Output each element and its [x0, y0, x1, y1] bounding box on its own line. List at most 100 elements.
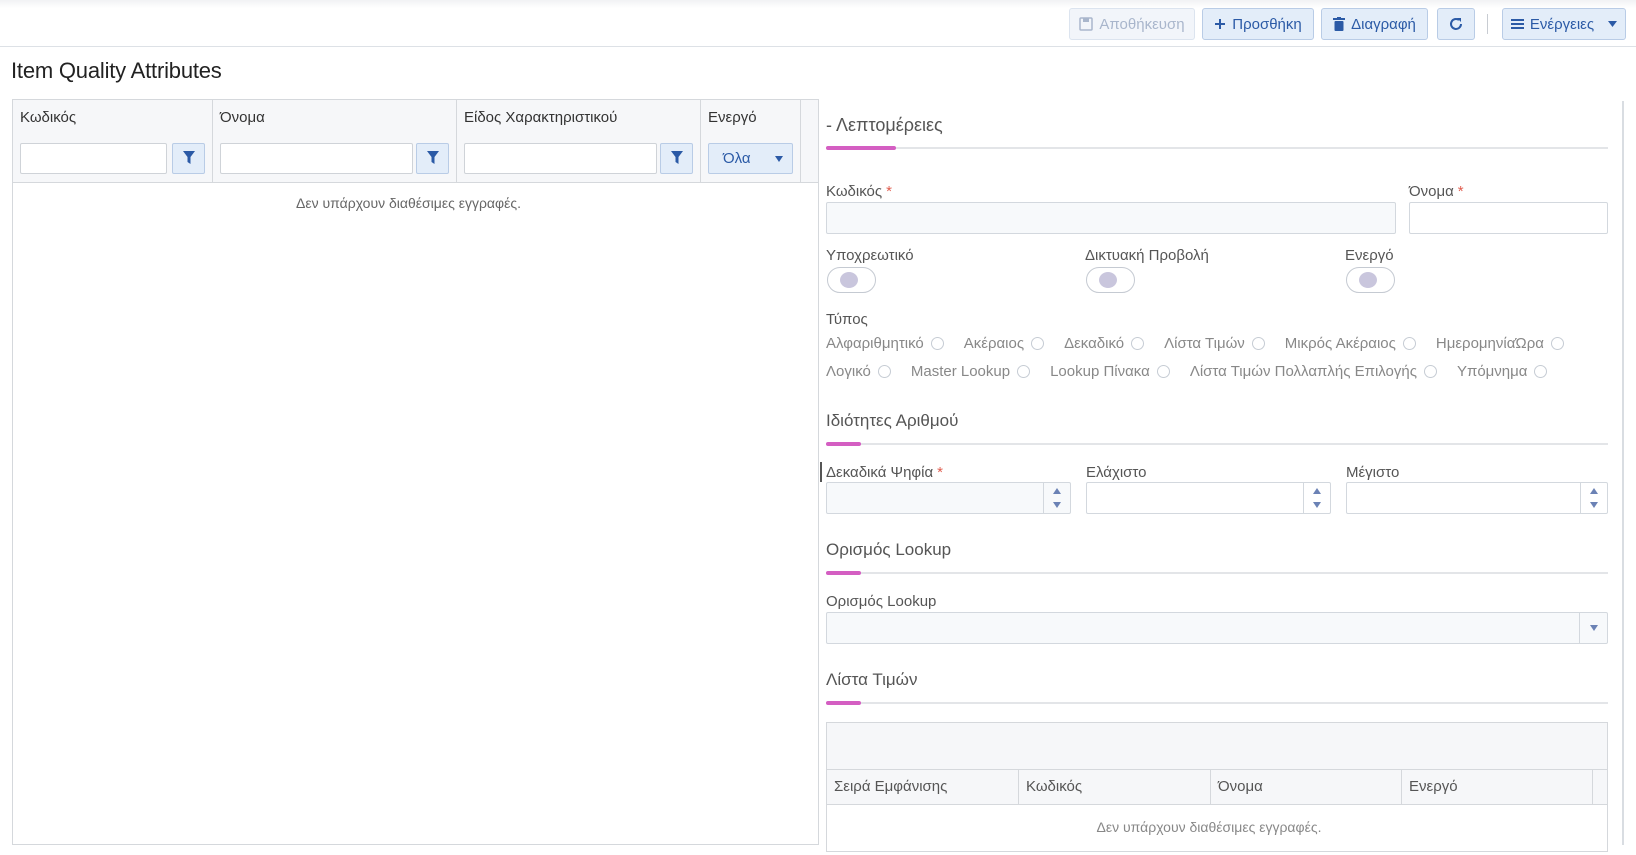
attribute-type-filter-button[interactable]	[660, 143, 693, 174]
spin-up-icon[interactable]	[1313, 488, 1321, 494]
lookup-section-title: Ορισμός Lookup	[826, 540, 952, 559]
type-option-integer[interactable]: Ακέραιος	[964, 335, 1045, 352]
page-title: Item Quality Attributes	[11, 58, 222, 83]
required-toggle[interactable]	[827, 267, 876, 293]
section-divider	[826, 443, 1608, 445]
add-button[interactable]: Προσθήκη	[1202, 8, 1314, 40]
type-option-master-lookup[interactable]: Master Lookup	[911, 363, 1031, 380]
lookup-field-label: Ορισμός Lookup	[826, 593, 937, 610]
radio-circle[interactable]	[1534, 365, 1548, 378]
values-column-active[interactable]: Ενεργό	[1402, 770, 1593, 805]
type-option-multi-value-list[interactable]: Λίστα Τιμών Πολλαπλής Επιλογής	[1190, 363, 1437, 380]
values-grid-toolbar	[827, 723, 1607, 770]
menu-icon	[1510, 18, 1524, 30]
spin-down-icon[interactable]	[1053, 502, 1061, 508]
lookup-dropdown[interactable]	[826, 612, 1608, 644]
type-option-lookup-table[interactable]: Lookup Πίνακα	[1050, 363, 1170, 380]
decimals-spinner[interactable]	[1043, 483, 1070, 513]
actions-label: Ενέργειες	[1529, 15, 1595, 33]
radio-circle[interactable]	[1550, 337, 1564, 350]
column-active: Ενεργό Όλα	[701, 100, 801, 183]
top-toolbar: Αποθήκευση Προσθήκη Διαγραφή Ενέργειες	[0, 0, 1636, 47]
name-filter-button[interactable]	[416, 143, 449, 174]
trash-icon	[1333, 17, 1346, 31]
radio-circle[interactable]	[1423, 365, 1437, 378]
decimals-field[interactable]	[826, 482, 1071, 514]
toggle-knob	[1359, 272, 1377, 288]
type-option-decimal[interactable]: Δεκαδικό	[1064, 335, 1145, 352]
toolbar-divider	[1487, 14, 1488, 34]
delete-button[interactable]: Διαγραφή	[1321, 8, 1428, 40]
values-grid-empty-message: Δεν υπάρχουν διαθέσιμες εγγραφές.	[1096, 819, 1322, 835]
code-filter-button[interactable]	[172, 143, 205, 174]
toggle-knob	[1099, 272, 1117, 288]
radio-circle[interactable]	[1131, 337, 1145, 350]
type-option-small-integer[interactable]: Μικρός Ακέραιος	[1285, 335, 1416, 352]
items-grid: Κωδικός Όνομα Είδος Χαρακτηριστικού Ενερ…	[12, 99, 819, 845]
radio-circle[interactable]	[1251, 337, 1265, 350]
radio-circle[interactable]	[1402, 337, 1416, 350]
active-toggle[interactable]	[1346, 267, 1395, 293]
min-spinner[interactable]	[1303, 483, 1330, 513]
values-column-code[interactable]: Κωδικός	[1019, 770, 1211, 805]
type-option-alphanumeric[interactable]: Αλφαριθμητικό	[826, 335, 944, 352]
delete-label: Διαγραφή	[1351, 15, 1416, 33]
min-label: Ελάχιστο	[1086, 464, 1147, 481]
min-field[interactable]	[1086, 482, 1331, 514]
spin-up-icon[interactable]	[1053, 488, 1061, 494]
web-view-label: Δικτυακή Προβολή	[1085, 247, 1209, 264]
refresh-icon	[1448, 16, 1464, 32]
toggle-knob	[840, 272, 858, 288]
spin-down-icon[interactable]	[1590, 502, 1598, 508]
type-option-boolean[interactable]: Λογικό	[826, 363, 891, 380]
section-accent	[826, 146, 896, 150]
details-scrollbar[interactable]	[1622, 101, 1624, 845]
actions-menu-button[interactable]: Ενέργειες	[1502, 8, 1626, 40]
radio-circle[interactable]	[1156, 365, 1170, 378]
spin-down-icon[interactable]	[1313, 502, 1321, 508]
radio-circle[interactable]	[877, 365, 891, 378]
column-active-title[interactable]: Ενεργό	[708, 109, 757, 126]
column-attribute-type-title[interactable]: Είδος Χαρακτηριστικού	[464, 109, 617, 126]
column-name: Όνομα	[213, 100, 457, 183]
type-option-memo[interactable]: Υπόμνημα	[1457, 363, 1548, 380]
column-code-title[interactable]: Κωδικός	[20, 109, 76, 126]
caret-down-icon	[1608, 21, 1618, 27]
lookup-dropdown-button[interactable]	[1579, 613, 1607, 643]
max-field[interactable]	[1346, 482, 1608, 514]
code-filter-input[interactable]	[20, 143, 167, 174]
refresh-button[interactable]	[1437, 8, 1475, 40]
section-accent	[826, 701, 861, 705]
name-filter-input[interactable]	[220, 143, 413, 174]
number-section-title: Ιδιότητες Αριθμού	[826, 411, 959, 430]
text-cursor	[820, 462, 822, 482]
details-title[interactable]: - Λεπτομέρειες	[826, 115, 943, 136]
plus-icon	[1214, 18, 1226, 30]
max-spinner[interactable]	[1580, 483, 1607, 513]
caret-down-icon	[775, 156, 783, 162]
values-column-name[interactable]: Όνομα	[1211, 770, 1402, 805]
type-radio-row-1: Αλφαριθμητικό Ακέραιος Δεκαδικό Λίστα Τι…	[826, 335, 1584, 352]
required-label: Υποχρεωτικό	[826, 247, 914, 264]
radio-circle[interactable]	[1031, 337, 1045, 350]
attribute-type-filter-input[interactable]	[464, 143, 657, 174]
spin-up-icon[interactable]	[1590, 488, 1598, 494]
code-field[interactable]	[826, 202, 1396, 234]
grid-header: Κωδικός Όνομα Είδος Χαρακτηριστικού Ενερ…	[13, 100, 818, 183]
type-option-datetime[interactable]: ΗμερομηνίαΏρα	[1436, 335, 1564, 352]
type-option-value-list[interactable]: Λίστα Τιμών	[1164, 335, 1265, 352]
radio-circle[interactable]	[1017, 365, 1031, 378]
filter-icon	[670, 150, 683, 167]
code-label: Κωδικός *	[826, 183, 892, 200]
active-filter-select[interactable]: Όλα	[708, 143, 793, 174]
column-name-title[interactable]: Όνομα	[220, 109, 265, 126]
radio-circle[interactable]	[930, 337, 944, 350]
save-button[interactable]: Αποθήκευση	[1069, 8, 1195, 40]
web-view-toggle[interactable]	[1086, 267, 1135, 293]
section-divider	[826, 572, 1608, 574]
name-field[interactable]	[1409, 202, 1608, 234]
active-label: Ενεργό	[1345, 247, 1394, 264]
values-column-display-order[interactable]: Σειρά Εμφάνισης	[827, 770, 1019, 805]
decimals-label: Δεκαδικά Ψηφία *	[826, 464, 943, 481]
section-accent	[826, 571, 861, 575]
